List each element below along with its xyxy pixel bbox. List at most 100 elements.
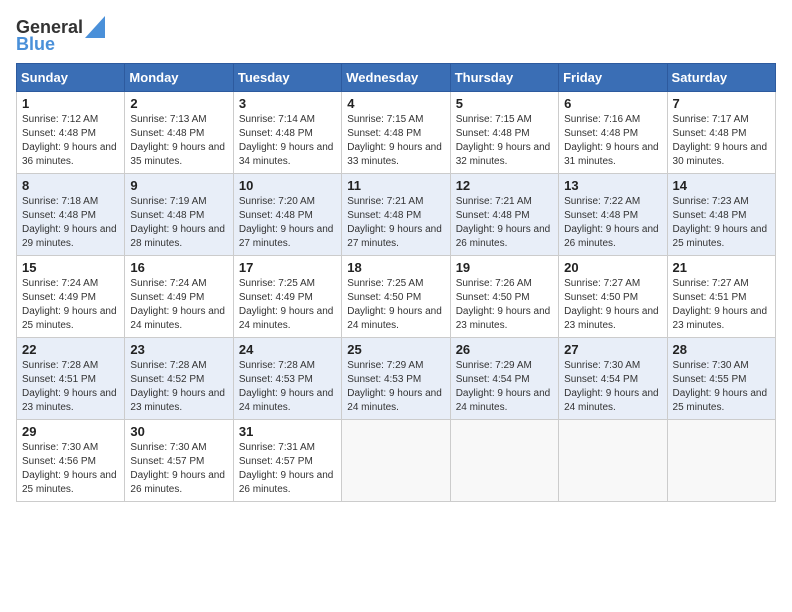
sunset-label: Sunset: 4:51 PM <box>673 292 747 303</box>
calendar-cell: 14 Sunrise: 7:23 AM Sunset: 4:48 PM Dayl… <box>667 174 775 256</box>
calendar-cell: 16 Sunrise: 7:24 AM Sunset: 4:49 PM Dayl… <box>125 256 233 338</box>
day-number: 20 <box>564 260 661 275</box>
sunset-label: Sunset: 4:48 PM <box>347 128 421 139</box>
sunset-label: Sunset: 4:48 PM <box>130 210 204 221</box>
sunset-label: Sunset: 4:48 PM <box>564 210 638 221</box>
day-number: 8 <box>22 178 119 193</box>
daylight-label: Daylight: 9 hours and 24 minutes. <box>347 306 442 331</box>
sunrise-label: Sunrise: 7:30 AM <box>130 442 206 453</box>
calendar-cell: 4 Sunrise: 7:15 AM Sunset: 4:48 PM Dayli… <box>342 92 450 174</box>
sunset-label: Sunset: 4:48 PM <box>456 210 530 221</box>
sunset-label: Sunset: 4:52 PM <box>130 374 204 385</box>
cell-info: Sunrise: 7:18 AM Sunset: 4:48 PM Dayligh… <box>22 195 119 251</box>
calendar-cell: 15 Sunrise: 7:24 AM Sunset: 4:49 PM Dayl… <box>17 256 125 338</box>
sunset-label: Sunset: 4:48 PM <box>347 210 421 221</box>
daylight-label: Daylight: 9 hours and 23 minutes. <box>130 388 225 413</box>
sunrise-label: Sunrise: 7:30 AM <box>22 442 98 453</box>
sunset-label: Sunset: 4:49 PM <box>130 292 204 303</box>
cell-info: Sunrise: 7:22 AM Sunset: 4:48 PM Dayligh… <box>564 195 661 251</box>
page-header: General Blue <box>16 16 776 55</box>
day-number: 6 <box>564 96 661 111</box>
calendar-cell: 28 Sunrise: 7:30 AM Sunset: 4:55 PM Dayl… <box>667 338 775 420</box>
logo: General Blue <box>16 16 105 55</box>
sunset-label: Sunset: 4:53 PM <box>239 374 313 385</box>
sunrise-label: Sunrise: 7:28 AM <box>239 360 315 371</box>
daylight-label: Daylight: 9 hours and 23 minutes. <box>564 306 659 331</box>
daylight-label: Daylight: 9 hours and 23 minutes. <box>456 306 551 331</box>
day-number: 18 <box>347 260 444 275</box>
week-row-1: 1 Sunrise: 7:12 AM Sunset: 4:48 PM Dayli… <box>17 92 776 174</box>
day-number: 2 <box>130 96 227 111</box>
sunset-label: Sunset: 4:57 PM <box>239 456 313 467</box>
sunrise-label: Sunrise: 7:25 AM <box>239 278 315 289</box>
day-number: 31 <box>239 424 336 439</box>
calendar-cell: 10 Sunrise: 7:20 AM Sunset: 4:48 PM Dayl… <box>233 174 341 256</box>
daylight-label: Daylight: 9 hours and 23 minutes. <box>673 306 768 331</box>
calendar-cell: 26 Sunrise: 7:29 AM Sunset: 4:54 PM Dayl… <box>450 338 558 420</box>
day-number: 22 <box>22 342 119 357</box>
day-number: 16 <box>130 260 227 275</box>
week-row-3: 15 Sunrise: 7:24 AM Sunset: 4:49 PM Dayl… <box>17 256 776 338</box>
daylight-label: Daylight: 9 hours and 33 minutes. <box>347 142 442 167</box>
cell-info: Sunrise: 7:29 AM Sunset: 4:54 PM Dayligh… <box>456 359 553 415</box>
week-row-4: 22 Sunrise: 7:28 AM Sunset: 4:51 PM Dayl… <box>17 338 776 420</box>
day-number: 11 <box>347 178 444 193</box>
sunrise-label: Sunrise: 7:19 AM <box>130 196 206 207</box>
day-header-saturday: Saturday <box>667 64 775 92</box>
daylight-label: Daylight: 9 hours and 24 minutes. <box>239 388 334 413</box>
day-number: 5 <box>456 96 553 111</box>
day-number: 1 <box>22 96 119 111</box>
calendar-cell: 20 Sunrise: 7:27 AM Sunset: 4:50 PM Dayl… <box>559 256 667 338</box>
calendar-cell: 23 Sunrise: 7:28 AM Sunset: 4:52 PM Dayl… <box>125 338 233 420</box>
logo-arrow-icon <box>85 16 105 38</box>
day-number: 7 <box>673 96 770 111</box>
daylight-label: Daylight: 9 hours and 34 minutes. <box>239 142 334 167</box>
cell-info: Sunrise: 7:29 AM Sunset: 4:53 PM Dayligh… <box>347 359 444 415</box>
day-number: 17 <box>239 260 336 275</box>
day-number: 14 <box>673 178 770 193</box>
daylight-label: Daylight: 9 hours and 24 minutes. <box>347 388 442 413</box>
calendar-table: SundayMondayTuesdayWednesdayThursdayFrid… <box>16 63 776 502</box>
cell-info: Sunrise: 7:28 AM Sunset: 4:51 PM Dayligh… <box>22 359 119 415</box>
sunrise-label: Sunrise: 7:23 AM <box>673 196 749 207</box>
cell-info: Sunrise: 7:27 AM Sunset: 4:50 PM Dayligh… <box>564 277 661 333</box>
cell-info: Sunrise: 7:17 AM Sunset: 4:48 PM Dayligh… <box>673 113 770 169</box>
calendar-cell: 12 Sunrise: 7:21 AM Sunset: 4:48 PM Dayl… <box>450 174 558 256</box>
sunrise-label: Sunrise: 7:24 AM <box>130 278 206 289</box>
daylight-label: Daylight: 9 hours and 25 minutes. <box>22 470 117 495</box>
day-number: 10 <box>239 178 336 193</box>
sunset-label: Sunset: 4:49 PM <box>239 292 313 303</box>
calendar-cell <box>559 420 667 502</box>
daylight-label: Daylight: 9 hours and 26 minutes. <box>564 224 659 249</box>
day-number: 29 <box>22 424 119 439</box>
sunset-label: Sunset: 4:48 PM <box>673 128 747 139</box>
daylight-label: Daylight: 9 hours and 24 minutes. <box>564 388 659 413</box>
daylight-label: Daylight: 9 hours and 30 minutes. <box>673 142 768 167</box>
cell-info: Sunrise: 7:28 AM Sunset: 4:53 PM Dayligh… <box>239 359 336 415</box>
sunset-label: Sunset: 4:54 PM <box>564 374 638 385</box>
calendar-cell: 13 Sunrise: 7:22 AM Sunset: 4:48 PM Dayl… <box>559 174 667 256</box>
sunrise-label: Sunrise: 7:16 AM <box>564 114 640 125</box>
calendar-cell: 22 Sunrise: 7:28 AM Sunset: 4:51 PM Dayl… <box>17 338 125 420</box>
sunrise-label: Sunrise: 7:29 AM <box>347 360 423 371</box>
calendar-cell: 24 Sunrise: 7:28 AM Sunset: 4:53 PM Dayl… <box>233 338 341 420</box>
day-number: 12 <box>456 178 553 193</box>
daylight-label: Daylight: 9 hours and 25 minutes. <box>673 224 768 249</box>
cell-info: Sunrise: 7:30 AM Sunset: 4:55 PM Dayligh… <box>673 359 770 415</box>
calendar-cell <box>342 420 450 502</box>
cell-info: Sunrise: 7:31 AM Sunset: 4:57 PM Dayligh… <box>239 441 336 497</box>
calendar-cell: 25 Sunrise: 7:29 AM Sunset: 4:53 PM Dayl… <box>342 338 450 420</box>
cell-info: Sunrise: 7:30 AM Sunset: 4:57 PM Dayligh… <box>130 441 227 497</box>
calendar-cell: 1 Sunrise: 7:12 AM Sunset: 4:48 PM Dayli… <box>17 92 125 174</box>
calendar-cell: 21 Sunrise: 7:27 AM Sunset: 4:51 PM Dayl… <box>667 256 775 338</box>
calendar-cell: 3 Sunrise: 7:14 AM Sunset: 4:48 PM Dayli… <box>233 92 341 174</box>
cell-info: Sunrise: 7:14 AM Sunset: 4:48 PM Dayligh… <box>239 113 336 169</box>
cell-info: Sunrise: 7:28 AM Sunset: 4:52 PM Dayligh… <box>130 359 227 415</box>
day-number: 23 <box>130 342 227 357</box>
sunrise-label: Sunrise: 7:12 AM <box>22 114 98 125</box>
sunrise-label: Sunrise: 7:27 AM <box>564 278 640 289</box>
sunset-label: Sunset: 4:48 PM <box>22 210 96 221</box>
day-number: 15 <box>22 260 119 275</box>
cell-info: Sunrise: 7:21 AM Sunset: 4:48 PM Dayligh… <box>456 195 553 251</box>
cell-info: Sunrise: 7:15 AM Sunset: 4:48 PM Dayligh… <box>347 113 444 169</box>
